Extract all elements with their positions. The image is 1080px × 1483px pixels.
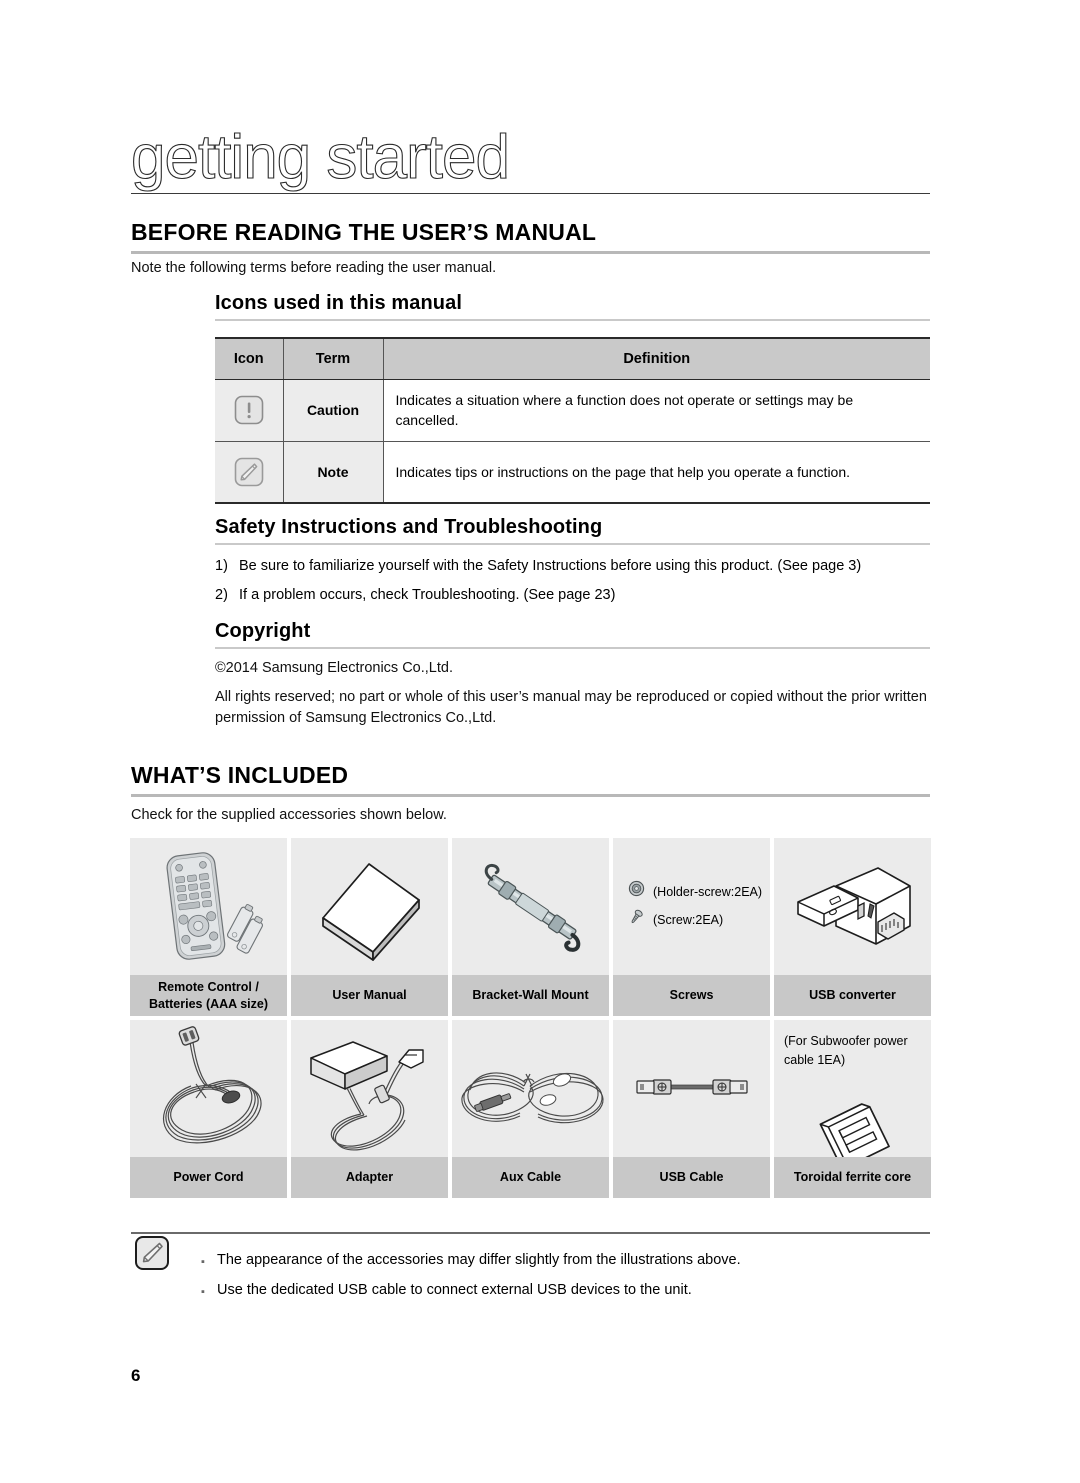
note-icon (231, 454, 267, 490)
caution-icon (231, 392, 267, 428)
accessory-item: Bracket-Wall Mount (452, 838, 609, 1016)
note-icon (133, 1234, 171, 1312)
holder-screw-icon (627, 879, 646, 907)
toroidal-core-note: (For Subwoofer power cable 1EA) (784, 1034, 908, 1067)
accessory-label: Remote Control / Batteries (AAA size) (130, 975, 287, 1016)
section-before-reading-title: BEFORE READING THE USER’S MANUAL (131, 219, 597, 245)
table-row: Caution Indicates a situation where a fu… (215, 379, 930, 442)
subsection-safety-title: Safety Instructions and Troubleshooting (215, 516, 603, 538)
accessory-label: Adapter (291, 1157, 448, 1198)
list-item: 1) Be sure to familiarize yourself with … (215, 556, 930, 576)
wall-mount-bracket-illustration (452, 838, 609, 975)
accessory-label: Aux Cable (452, 1157, 609, 1198)
bullet-icon: ▪ (201, 1286, 205, 1299)
accessory-item: User Manual (291, 838, 448, 1016)
term-note: Note (283, 441, 384, 504)
icons-legend-table: Icon Term Definition Caution Indicates a… (215, 337, 930, 505)
accessory-item: (Holder-screw:2EA) (Screw:2EA) Screws (613, 838, 770, 1016)
accessory-item: Remote Control / Batteries (AAA size) (130, 838, 287, 1016)
usb-converter-illustration (774, 838, 931, 975)
list-item-text: If a problem occurs, check Troubleshooti… (239, 587, 616, 604)
column-header-term: Term (283, 338, 384, 380)
note-item: ▪ Use the dedicated USB cable to connect… (201, 1280, 741, 1302)
subsection-rule (215, 647, 930, 649)
note-item-text: Use the dedicated USB cable to connect e… (217, 1282, 692, 1299)
section-rule (131, 794, 930, 797)
safety-list: 1) Be sure to familiarize yourself with … (215, 556, 930, 615)
accessory-label: User Manual (291, 975, 448, 1016)
adapter-illustration (291, 1020, 448, 1157)
accessory-item: USB converter (774, 838, 931, 1016)
column-header-icon: Icon (215, 338, 284, 380)
section-whats-included-intro: Check for the supplied accessories shown… (131, 807, 447, 823)
bottom-note-block: ▪ The appearance of the accessories may … (131, 1232, 930, 1311)
accessory-item: Adapter (291, 1020, 448, 1198)
column-header-definition: Definition (383, 338, 930, 380)
subsection-safety: Safety Instructions and Troubleshooting (215, 516, 930, 545)
note-item-text: The appearance of the accessories may di… (217, 1251, 741, 1268)
accessory-label: Screws (613, 975, 770, 1016)
note-item: ▪ The appearance of the accessories may … (201, 1250, 741, 1272)
page-number: 6 (131, 1366, 141, 1385)
accessory-item: USB Cable (613, 1020, 770, 1198)
accessory-item: (For Subwoofer power cable 1EA) Toroidal… (774, 1020, 931, 1198)
accessory-label: USB Cable (613, 1157, 770, 1198)
accessory-label: USB converter (774, 975, 931, 1016)
table-row: Note Indicates tips or instructions on t… (215, 441, 930, 504)
accessory-label: Power Cord (130, 1157, 287, 1198)
term-caution: Caution (283, 379, 384, 442)
section-whats-included-title: WHAT’S INCLUDED (131, 762, 349, 788)
remote-control-illustration (130, 838, 287, 975)
caution-icon-cell (215, 379, 284, 442)
power-cord-illustration (130, 1020, 287, 1157)
screw-legend-row: (Holder-screw:2EA) (627, 879, 770, 907)
subsection-copyright-title: Copyright (215, 620, 311, 642)
subsection-rule (215, 543, 930, 545)
user-manual-illustration (291, 838, 448, 975)
chapter-underline (131, 193, 930, 194)
section-whats-included: WHAT’S INCLUDED (131, 762, 930, 797)
list-item-text: Be sure to familiarize yourself with the… (239, 558, 862, 574)
screw-label: (Screw:2EA) (653, 912, 724, 927)
bullet-icon: ▪ (201, 1255, 205, 1268)
accessory-label: Bracket-Wall Mount (452, 975, 609, 1016)
screw-legend-row: (Screw:2EA) (627, 907, 770, 935)
toroidal-ferrite-core-illustration: (For Subwoofer power cable 1EA) (774, 1020, 931, 1157)
subsection-icons-used: Icons used in this manual (215, 292, 930, 321)
accessories-grid: Remote Control / Batteries (AAA size) Use… (130, 838, 931, 1198)
section-before-reading: BEFORE READING THE USER’S MANUAL (131, 219, 930, 254)
accessory-item: Power Cord (130, 1020, 287, 1198)
definition-caution: Indicates a situation where a function d… (383, 379, 930, 442)
section-before-reading-intro: Note the following terms before reading … (131, 260, 497, 276)
screws-illustration: (Holder-screw:2EA) (Screw:2EA) (613, 838, 770, 975)
holder-screw-label: (Holder-screw:2EA) (653, 884, 763, 899)
usb-cable-illustration (613, 1020, 770, 1157)
table-header-row: Icon Term Definition (215, 338, 930, 380)
manual-page: getting started BEFORE READING THE USER’… (0, 0, 1080, 1483)
copyright-notice: All rights reserved; no part or whole of… (215, 689, 927, 727)
note-icon-cell (215, 441, 284, 504)
chapter-title: getting started (130, 123, 510, 192)
screw-icon (627, 907, 646, 935)
copyright-line: ©2014 Samsung Electronics Co.,Ltd. (215, 660, 453, 676)
list-item: 2) If a problem occurs, check Troublesho… (215, 585, 930, 605)
accessory-item: Aux Cable (452, 1020, 609, 1198)
subsection-rule (215, 319, 930, 321)
section-rule (131, 251, 930, 254)
subsection-copyright: Copyright (215, 620, 930, 649)
list-item-number: 2) (215, 587, 228, 604)
accessory-label: Toroidal ferrite core (774, 1157, 931, 1198)
subsection-icons-used-title: Icons used in this manual (215, 292, 462, 314)
aux-cable-illustration (452, 1020, 609, 1157)
list-item-number: 1) (215, 558, 228, 574)
screws-legend: (Holder-screw:2EA) (Screw:2EA) (613, 879, 770, 935)
definition-note: Indicates tips or instructions on the pa… (383, 441, 930, 504)
chapter-header: getting started (130, 123, 931, 192)
note-items: ▪ The appearance of the accessories may … (171, 1240, 741, 1312)
